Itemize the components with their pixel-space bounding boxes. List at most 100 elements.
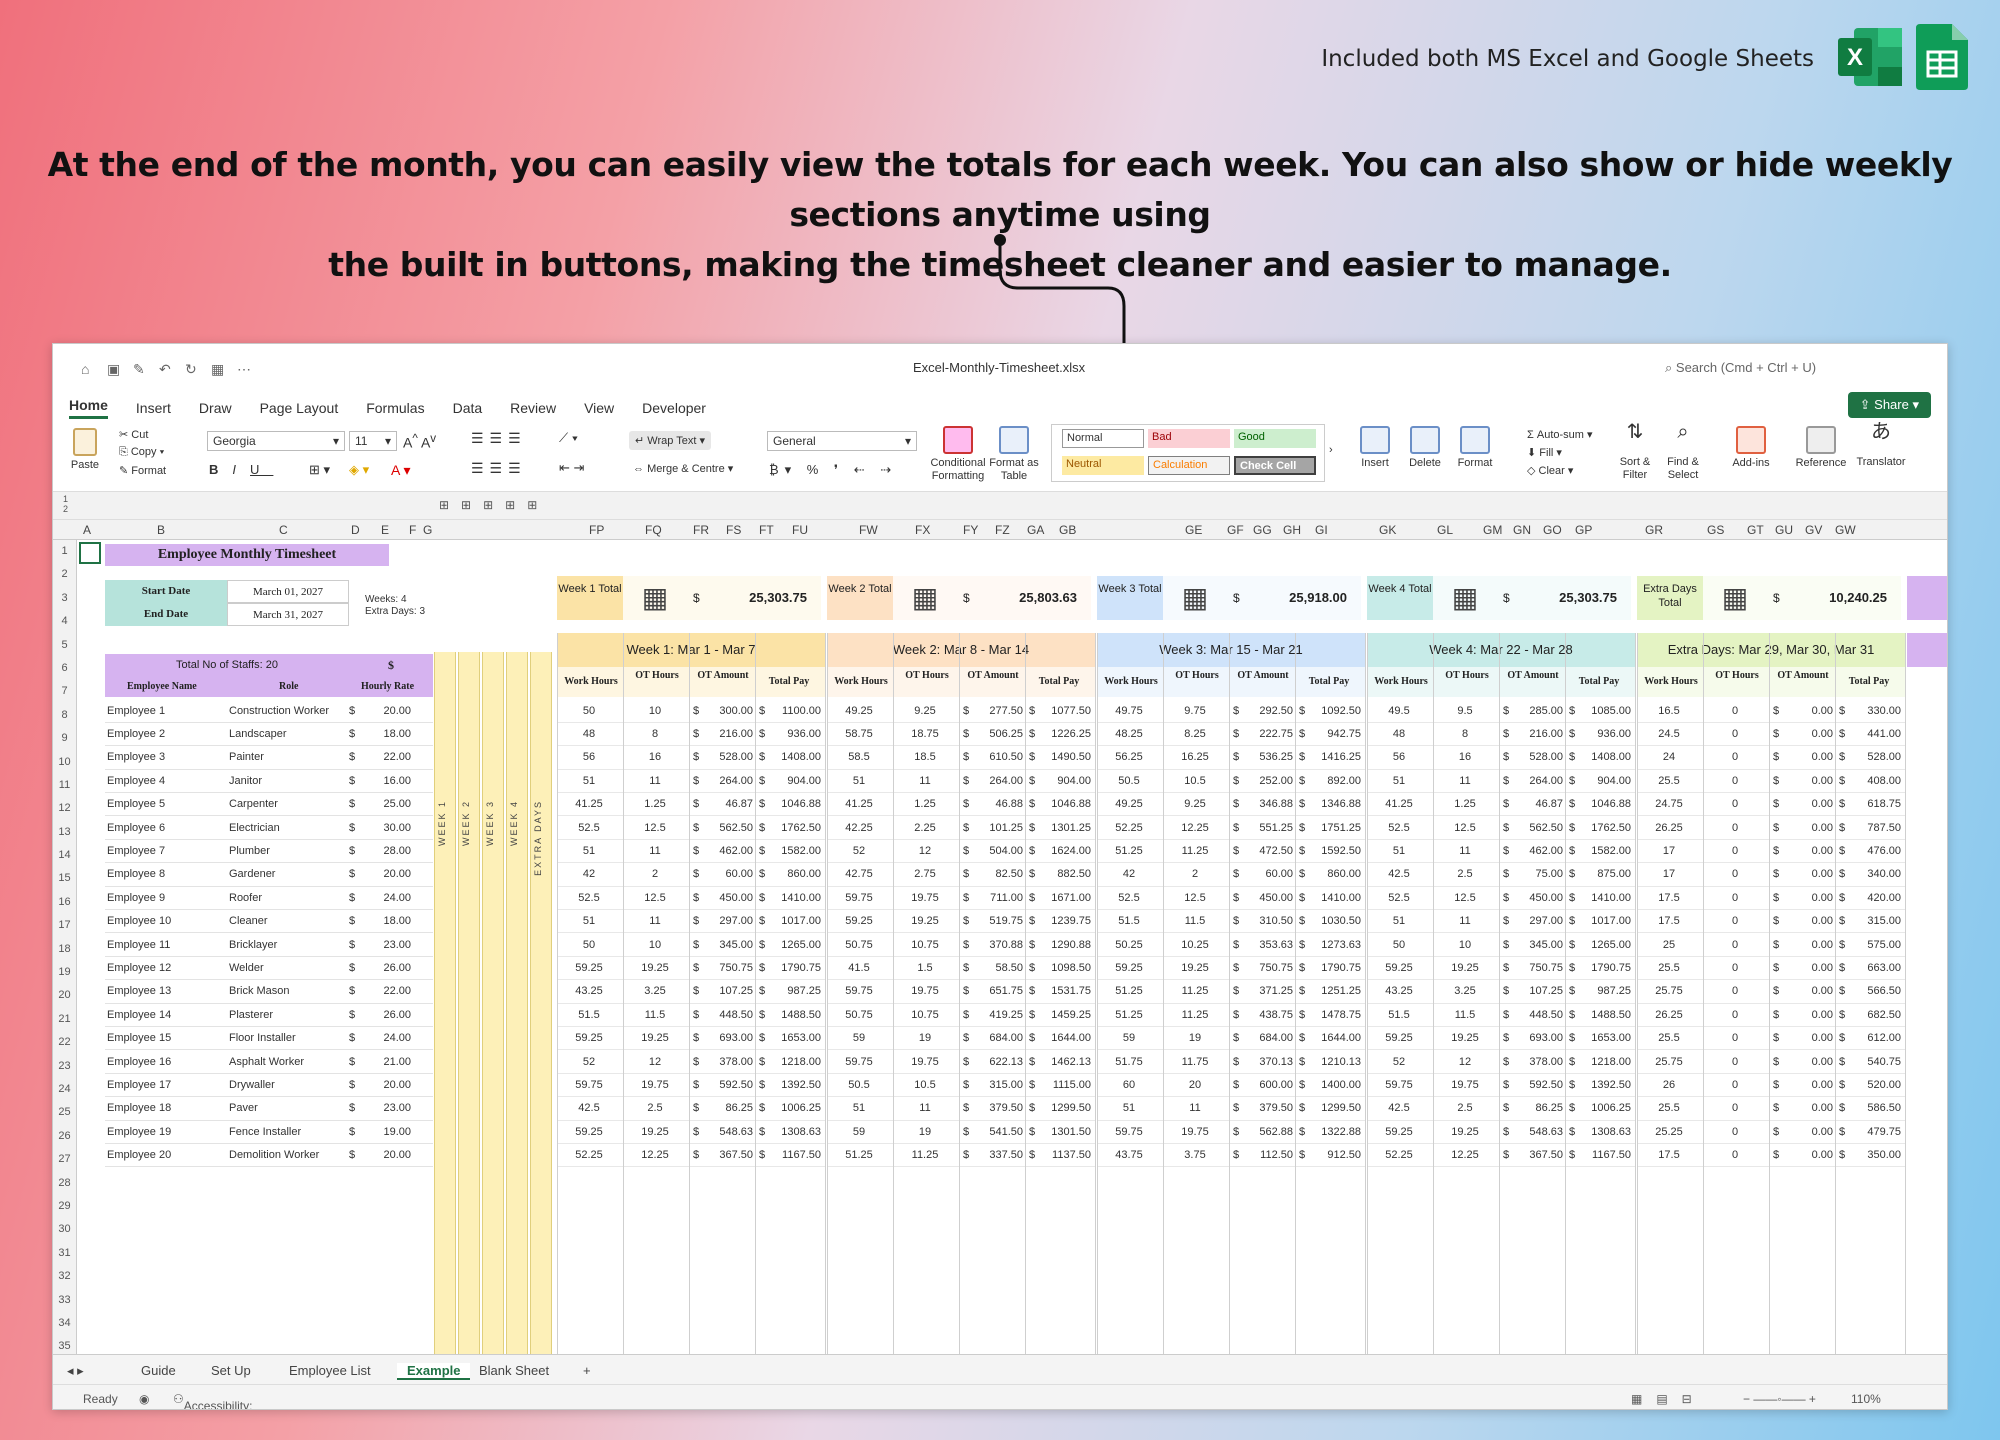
- font-style-buttons[interactable]: BIU: [209, 462, 273, 477]
- employee-row[interactable]: Employee 19 Fence Installer $19.00: [105, 1121, 433, 1145]
- row-number[interactable]: 12: [53, 797, 76, 820]
- column-letter[interactable]: GL: [1437, 523, 1453, 537]
- row-number[interactable]: 5: [53, 634, 76, 657]
- column-letter[interactable]: FU: [792, 523, 808, 537]
- calendar-check-icon[interactable]: ▦: [635, 578, 675, 618]
- row-number[interactable]: 32: [53, 1265, 76, 1288]
- row-number[interactable]: 34: [53, 1312, 76, 1335]
- column-letter[interactable]: GK: [1379, 523, 1396, 537]
- week-row[interactable]: 56 16 $528.00 $1408.00: [557, 746, 825, 770]
- week-row[interactable]: 52.25 12.25 $367.50 $1167.50: [1367, 1144, 1635, 1168]
- row-number[interactable]: 10: [53, 751, 76, 774]
- employee-row[interactable]: Employee 12 Welder $26.00: [105, 957, 433, 981]
- week-row[interactable]: 43.25 3.25 $107.25 $987.25: [557, 980, 825, 1004]
- tab-view[interactable]: View: [584, 400, 614, 416]
- week-row[interactable]: 49.25 9.25 $277.50 $1077.50: [827, 700, 1095, 723]
- column-letter[interactable]: FR: [693, 523, 709, 537]
- tab-formulas[interactable]: Formulas: [366, 400, 424, 416]
- week-row[interactable]: 16.5 0 $0.00 $330.00: [1637, 700, 1905, 723]
- week-row[interactable]: 59.75 19.75 $592.50 $1392.50: [1367, 1074, 1635, 1098]
- week-row[interactable]: 56.25 16.25 $536.25 $1416.25: [1097, 746, 1365, 770]
- week-row[interactable]: 51 11 $462.00 $1582.00: [557, 840, 825, 864]
- more-icon[interactable]: ⋯: [237, 361, 253, 377]
- row-number[interactable]: 14: [53, 844, 76, 867]
- week-row[interactable]: 58.75 18.75 $506.25 $1226.25: [827, 723, 1095, 747]
- format-as-table-button[interactable]: Format as Table: [989, 426, 1039, 483]
- calendar-check-icon[interactable]: ▦: [905, 578, 945, 618]
- employee-row[interactable]: Employee 5 Carpenter $25.00: [105, 793, 433, 817]
- week-row[interactable]: 51.25 11.25 $438.75 $1478.75: [1097, 1004, 1365, 1028]
- week-row[interactable]: 42 2 $60.00 $860.00: [557, 863, 825, 887]
- employee-row[interactable]: Employee 6 Electrician $30.00: [105, 817, 433, 840]
- week-row[interactable]: 52.5 12.5 $450.00 $1410.00: [557, 887, 825, 911]
- calendar-check-icon[interactable]: ▦: [1715, 578, 1755, 618]
- week-row[interactable]: 17.5 0 $0.00 $420.00: [1637, 887, 1905, 911]
- week-strip-toggle[interactable]: WEEK 3: [482, 652, 504, 1360]
- week-row[interactable]: 52.5 12.5 $562.50 $1762.50: [1367, 817, 1635, 840]
- row-number[interactable]: 33: [53, 1289, 76, 1312]
- week-row[interactable]: 59.75 19.75 $622.13 $1462.13: [827, 1051, 1095, 1074]
- week-row[interactable]: 25.5 0 $0.00 $663.00: [1637, 957, 1905, 981]
- week-row[interactable]: 52.5 12.5 $450.00 $1410.00: [1367, 887, 1635, 911]
- week-row[interactable]: 25 0 $0.00 $575.00: [1637, 934, 1905, 957]
- number-format-select[interactable]: General ▾: [767, 431, 917, 451]
- week-row[interactable]: 51.25 11.25 $472.50 $1592.50: [1097, 840, 1365, 864]
- employee-row[interactable]: Employee 9 Roofer $24.00: [105, 887, 433, 911]
- week-row[interactable]: 48 8 $216.00 $936.00: [1367, 723, 1635, 747]
- column-letter[interactable]: FS: [726, 523, 741, 537]
- employee-row[interactable]: Employee 16 Asphalt Worker $21.00: [105, 1051, 433, 1074]
- week-row[interactable]: 52 12 $378.00 $1218.00: [1367, 1051, 1635, 1074]
- week-row[interactable]: 17.5 0 $0.00 $350.00: [1637, 1144, 1905, 1168]
- week-row[interactable]: 17.5 0 $0.00 $315.00: [1637, 910, 1905, 934]
- currency-percent-icons[interactable]: ₿▾ % ❜ ⇠ ⇢: [769, 462, 897, 478]
- row-number[interactable]: 26: [53, 1125, 76, 1148]
- styles-expand-icon[interactable]: ›: [1329, 444, 1333, 456]
- week-row[interactable]: 59 19 $684.00 $1644.00: [1097, 1027, 1365, 1051]
- week-row[interactable]: 51.5 11.5 $310.50 $1030.50: [1097, 910, 1365, 934]
- style-neutral[interactable]: Neutral: [1062, 456, 1144, 475]
- column-letter[interactable]: FP: [589, 523, 604, 537]
- column-letter[interactable]: GS: [1707, 523, 1724, 537]
- employee-row[interactable]: Employee 8 Gardener $20.00: [105, 863, 433, 887]
- week-row[interactable]: 26.25 0 $0.00 $682.50: [1637, 1004, 1905, 1028]
- week-row[interactable]: 50.5 10.5 $252.00 $892.00: [1097, 770, 1365, 794]
- week-row[interactable]: 51 11 $297.00 $1017.00: [557, 910, 825, 934]
- column-letter[interactable]: GU: [1775, 523, 1793, 537]
- week-row[interactable]: 50 10 $345.00 $1265.00: [1367, 934, 1635, 957]
- week-row[interactable]: 59.75 19.75 $562.88 $1322.88: [1097, 1121, 1365, 1145]
- week-row[interactable]: 42 2 $60.00 $860.00: [1097, 863, 1365, 887]
- tab-insert[interactable]: Insert: [136, 400, 171, 416]
- align-top-icon[interactable]: ☰☰☰: [471, 430, 527, 447]
- sheet-tab-employee-list[interactable]: Employee List: [289, 1363, 371, 1378]
- employee-row[interactable]: Employee 3 Painter $22.00: [105, 746, 433, 770]
- week-row[interactable]: 25.75 0 $0.00 $540.75: [1637, 1051, 1905, 1074]
- row-number[interactable]: 22: [53, 1031, 76, 1054]
- week-row[interactable]: 26 0 $0.00 $520.00: [1637, 1074, 1905, 1098]
- week-row[interactable]: 41.5 1.5 $58.50 $1098.50: [827, 957, 1095, 981]
- column-letter[interactable]: GN: [1513, 523, 1531, 537]
- calendar-check-icon[interactable]: ▦: [1175, 578, 1215, 618]
- employee-row[interactable]: Employee 10 Cleaner $18.00: [105, 910, 433, 934]
- column-letter[interactable]: A: [83, 523, 91, 537]
- style-check-cell[interactable]: Check Cell: [1234, 456, 1316, 475]
- column-letter[interactable]: FT: [759, 523, 774, 537]
- week-row[interactable]: 49.5 9.5 $285.00 $1085.00: [1367, 700, 1635, 723]
- week-row[interactable]: 59.25 19.25 $548.63 $1308.63: [1367, 1121, 1635, 1145]
- cut-button[interactable]: ✂ Cut: [119, 428, 148, 441]
- orientation-icon[interactable]: ⟋ ▾: [559, 430, 578, 446]
- week-row[interactable]: 51 11 $379.50 $1299.50: [827, 1097, 1095, 1121]
- employee-row[interactable]: Employee 18 Paver $23.00: [105, 1097, 433, 1121]
- row-number[interactable]: 15: [53, 867, 76, 890]
- week-row[interactable]: 51 11 $297.00 $1017.00: [1367, 910, 1635, 934]
- week-row[interactable]: 25.25 0 $0.00 $479.75: [1637, 1121, 1905, 1145]
- column-letter[interactable]: GP: [1575, 523, 1592, 537]
- worksheet-grid[interactable]: 12 ⊞⊞⊞⊞⊞ A B C D E F G FP FQ FR FS FT FU FW FX FY FZ GA GB…: [53, 492, 1947, 1362]
- column-letter[interactable]: F: [409, 523, 416, 537]
- column-letter[interactable]: GW: [1835, 523, 1856, 537]
- row-number[interactable]: 8: [53, 704, 76, 727]
- save-icon[interactable]: ▣: [107, 361, 123, 377]
- row-number[interactable]: 25: [53, 1101, 76, 1124]
- week-row[interactable]: 51.25 11.25 $371.25 $1251.25: [1097, 980, 1365, 1004]
- start-date-value[interactable]: March 01, 2027: [227, 580, 349, 603]
- row-number[interactable]: 9: [53, 727, 76, 750]
